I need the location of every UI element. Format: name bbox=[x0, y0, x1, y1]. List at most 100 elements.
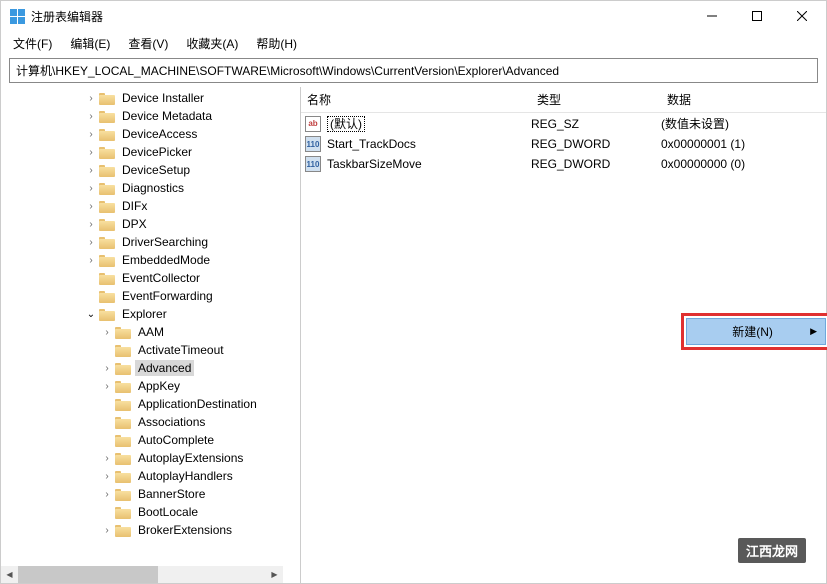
expand-arrow-icon[interactable]: › bbox=[101, 488, 113, 500]
tree-item[interactable]: › Diagnostics bbox=[1, 179, 300, 197]
binary-value-icon: 110 bbox=[305, 136, 321, 152]
tree-item-label: DriverSearching bbox=[119, 234, 211, 250]
folder-icon bbox=[115, 433, 131, 447]
tree-item[interactable]: ActivateTimeout bbox=[1, 341, 300, 359]
tree-item[interactable]: EventCollector bbox=[1, 269, 300, 287]
list-row[interactable]: 110Start_TrackDocsREG_DWORD0x00000001 (1… bbox=[301, 134, 826, 154]
tree-item[interactable]: › DPX bbox=[1, 215, 300, 233]
minimize-button[interactable] bbox=[689, 1, 734, 31]
folder-icon bbox=[115, 361, 131, 375]
expand-arrow-icon bbox=[101, 416, 113, 428]
tree-item[interactable]: ›EmbeddedMode bbox=[1, 251, 300, 269]
tree-item[interactable]: EventForwarding bbox=[1, 287, 300, 305]
expand-arrow-icon[interactable]: › bbox=[85, 146, 97, 158]
tree-scrollbar-horizontal[interactable]: ◀ ▶ bbox=[1, 566, 283, 583]
folder-icon bbox=[115, 487, 131, 501]
tree-item-label: DevicePicker bbox=[119, 144, 195, 160]
tree-item[interactable]: ›BannerStore bbox=[1, 485, 300, 503]
value-name: TaskbarSizeMove bbox=[325, 157, 531, 171]
expand-arrow-icon[interactable]: › bbox=[101, 362, 113, 374]
tree-item[interactable]: ›DeviceSetup bbox=[1, 161, 300, 179]
expand-arrow-icon[interactable]: › bbox=[85, 236, 97, 248]
value-type: REG_DWORD bbox=[531, 157, 661, 171]
expand-arrow-icon[interactable]: › bbox=[101, 326, 113, 338]
close-button[interactable] bbox=[779, 1, 824, 31]
expand-arrow-icon[interactable]: › bbox=[101, 452, 113, 464]
tree-item[interactable]: ›DIFx bbox=[1, 197, 300, 215]
col-name-header[interactable]: 名称 bbox=[301, 87, 531, 112]
tree-item[interactable]: › DriverSearching bbox=[1, 233, 300, 251]
expand-arrow-icon[interactable]: › bbox=[101, 524, 113, 536]
list-row[interactable]: ab(默认)REG_SZ(数值未设置) bbox=[301, 113, 826, 134]
expand-arrow-icon bbox=[101, 434, 113, 446]
collapse-arrow-icon[interactable]: ⌄ bbox=[85, 308, 97, 320]
tree-item-label: Diagnostics bbox=[119, 180, 187, 196]
expand-arrow-icon[interactable]: › bbox=[85, 128, 97, 140]
value-type: REG_SZ bbox=[531, 117, 661, 131]
expand-arrow-icon[interactable]: › bbox=[101, 470, 113, 482]
tree-item[interactable]: AutoComplete bbox=[1, 431, 300, 449]
tree-item[interactable]: › DevicePicker bbox=[1, 143, 300, 161]
tree-item-label: AAM bbox=[135, 324, 167, 340]
menu-help[interactable]: 帮助(H) bbox=[248, 33, 305, 54]
col-data-header[interactable]: 数据 bbox=[661, 87, 826, 112]
tree-item-label: DPX bbox=[119, 216, 150, 232]
folder-icon bbox=[99, 109, 115, 123]
folder-icon bbox=[99, 217, 115, 231]
registry-tree[interactable]: ›Device Installer›Device Metadata›Device… bbox=[1, 87, 300, 566]
expand-arrow-icon[interactable]: › bbox=[85, 218, 97, 230]
folder-icon bbox=[99, 163, 115, 177]
list-pane: 名称 类型 数据 ab(默认)REG_SZ(数值未设置)110Start_Tra… bbox=[301, 87, 826, 583]
tree-item[interactable]: ›Device Metadata bbox=[1, 107, 300, 125]
tree-item-label: AppKey bbox=[135, 378, 183, 394]
scroll-left-icon[interactable]: ◀ bbox=[1, 566, 18, 583]
tree-item[interactable]: › AAM bbox=[1, 323, 300, 341]
tree-item[interactable]: Associations bbox=[1, 413, 300, 431]
folder-icon bbox=[99, 253, 115, 267]
value-type: REG_DWORD bbox=[531, 137, 661, 151]
value-data: 0x00000000 (0) bbox=[661, 157, 826, 171]
tree-item[interactable]: ›AutoplayExtensions bbox=[1, 449, 300, 467]
expand-arrow-icon[interactable]: › bbox=[85, 200, 97, 212]
expand-arrow-icon bbox=[85, 272, 97, 284]
scroll-thumb[interactable] bbox=[18, 566, 158, 583]
menu-file[interactable]: 文件(F) bbox=[5, 33, 60, 54]
tree-item-label: ActivateTimeout bbox=[135, 342, 227, 358]
tree-item[interactable]: › AutoplayHandlers bbox=[1, 467, 300, 485]
folder-icon bbox=[115, 523, 131, 537]
folder-icon bbox=[99, 127, 115, 141]
menu-favorites[interactable]: 收藏夹(A) bbox=[178, 33, 246, 54]
tree-item-label: BootLocale bbox=[135, 504, 201, 520]
tree-item-label: EventForwarding bbox=[119, 288, 216, 304]
tree-item-label: Advanced bbox=[135, 360, 194, 376]
tree-item[interactable]: ⌄Explorer bbox=[1, 305, 300, 323]
tree-item[interactable]: › AppKey bbox=[1, 377, 300, 395]
tree-item[interactable]: › Advanced bbox=[1, 359, 300, 377]
tree-item-label: AutoplayHandlers bbox=[135, 468, 236, 484]
expand-arrow-icon[interactable]: › bbox=[85, 164, 97, 176]
tree-item[interactable]: ›DeviceAccess bbox=[1, 125, 300, 143]
expand-arrow-icon[interactable]: › bbox=[101, 380, 113, 392]
list-body[interactable]: ab(默认)REG_SZ(数值未设置)110Start_TrackDocsREG… bbox=[301, 113, 826, 174]
tree-item[interactable]: ›BrokerExtensions bbox=[1, 521, 300, 539]
menu-view[interactable]: 查看(V) bbox=[120, 33, 176, 54]
col-type-header[interactable]: 类型 bbox=[531, 87, 661, 112]
folder-icon bbox=[99, 289, 115, 303]
expand-arrow-icon[interactable]: › bbox=[85, 182, 97, 194]
tree-item[interactable]: ApplicationDestination bbox=[1, 395, 300, 413]
tree-item[interactable]: BootLocale bbox=[1, 503, 300, 521]
maximize-button[interactable] bbox=[734, 1, 779, 31]
expand-arrow-icon[interactable]: › bbox=[85, 92, 97, 104]
expand-arrow-icon[interactable]: › bbox=[85, 110, 97, 122]
window-controls bbox=[689, 1, 824, 31]
menu-edit[interactable]: 编辑(E) bbox=[62, 33, 118, 54]
address-bar[interactable]: 计算机\HKEY_LOCAL_MACHINE\SOFTWARE\Microsof… bbox=[9, 58, 818, 83]
scroll-right-icon[interactable]: ▶ bbox=[266, 566, 283, 583]
expand-arrow-icon[interactable]: › bbox=[85, 254, 97, 266]
expand-arrow-icon bbox=[85, 290, 97, 302]
tree-item[interactable]: ›Device Installer bbox=[1, 89, 300, 107]
folder-icon bbox=[115, 325, 131, 339]
folder-icon bbox=[115, 379, 131, 393]
list-row[interactable]: 110TaskbarSizeMoveREG_DWORD0x00000000 (0… bbox=[301, 154, 826, 174]
context-menu-new-item[interactable]: 新建(N) ▶ bbox=[686, 318, 826, 345]
